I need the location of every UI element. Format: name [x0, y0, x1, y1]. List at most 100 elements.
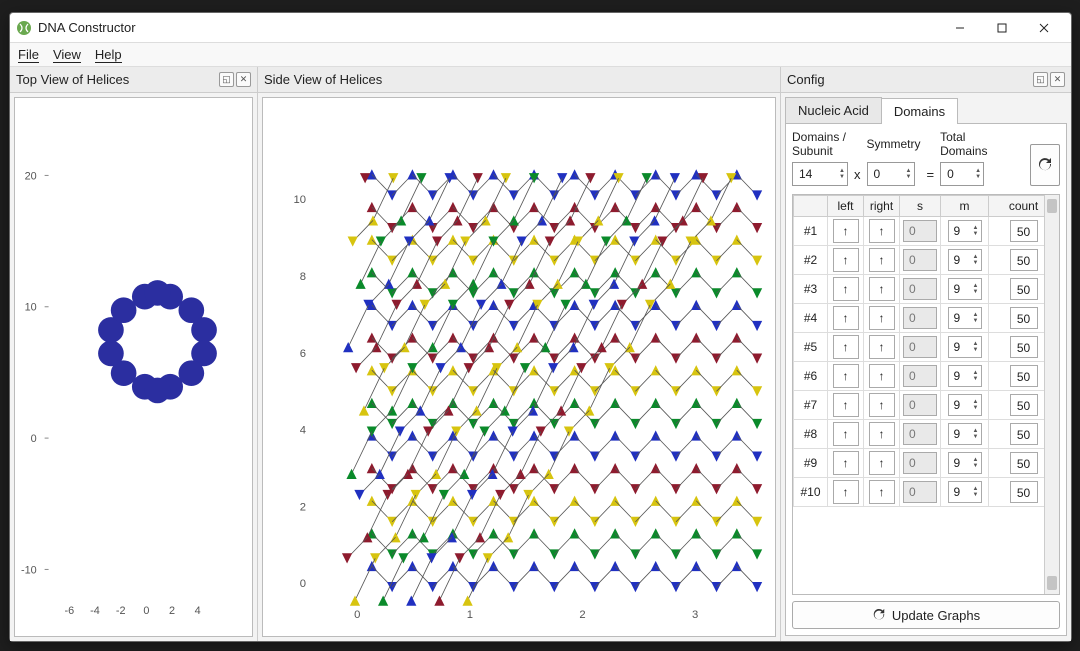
scroll-up-icon[interactable]	[1047, 199, 1057, 213]
right-direction-button[interactable]: ↑	[869, 451, 895, 475]
left-direction-button[interactable]: ↑	[833, 219, 859, 243]
s-input[interactable]: 0	[903, 249, 937, 271]
count-input[interactable]: 50	[1010, 307, 1038, 329]
s-input[interactable]: 0	[903, 452, 937, 474]
svg-text:1: 1	[467, 609, 473, 621]
count-input[interactable]: 50	[1010, 365, 1038, 387]
svg-text:10: 10	[293, 194, 306, 206]
right-direction-button[interactable]: ↑	[869, 422, 895, 446]
m-input[interactable]: 9▲▼	[948, 365, 982, 387]
svg-text:0: 0	[354, 609, 360, 621]
table-row: #7↑↑09▲▼50	[794, 391, 1059, 420]
table-scrollbar[interactable]	[1044, 195, 1059, 594]
equals-symbol: =	[925, 167, 937, 186]
count-input[interactable]: 50	[1010, 481, 1038, 503]
right-direction-button[interactable]: ↑	[869, 480, 895, 504]
input-symmetry[interactable]: 0 ▲▼	[867, 162, 915, 186]
right-direction-button[interactable]: ↑	[869, 306, 895, 330]
tab-domains[interactable]: Domains	[881, 98, 958, 124]
minimize-button[interactable]	[939, 13, 981, 43]
left-direction-button[interactable]: ↑	[833, 422, 859, 446]
left-direction-button[interactable]: ↑	[833, 277, 859, 301]
m-input[interactable]: 9▲▼	[948, 481, 982, 503]
right-direction-button[interactable]: ↑	[869, 277, 895, 301]
s-input[interactable]: 0	[903, 481, 937, 503]
m-input[interactable]: 9▲▼	[948, 336, 982, 358]
s-input[interactable]: 0	[903, 278, 937, 300]
titlebar[interactable]: DNA Constructor	[10, 13, 1071, 43]
panel-config-close-icon[interactable]: ✕	[1050, 72, 1065, 87]
svg-text:0: 0	[31, 433, 37, 445]
svg-text:-10: -10	[21, 564, 37, 576]
panel-side-view-title: Side View of Helices	[264, 72, 382, 87]
app-icon	[16, 20, 32, 36]
table-row: #3↑↑09▲▼50	[794, 275, 1059, 304]
domain-table[interactable]: left right s m count #1↑↑09▲▼50#2↑↑09▲▼5…	[792, 194, 1060, 595]
count-input[interactable]: 50	[1010, 220, 1038, 242]
label-domains-per-subunit: Domains / Subunit	[792, 130, 848, 158]
refresh-icon	[1037, 157, 1053, 173]
m-input[interactable]: 9▲▼	[948, 423, 982, 445]
table-row: #6↑↑09▲▼50	[794, 362, 1059, 391]
count-input[interactable]: 50	[1010, 394, 1038, 416]
panel-top-view-close-icon[interactable]: ✕	[236, 72, 251, 87]
count-input[interactable]: 50	[1010, 336, 1038, 358]
count-input[interactable]: 50	[1010, 278, 1038, 300]
input-domains-per-subunit[interactable]: 14 ▲▼	[792, 162, 848, 186]
row-index: #3	[794, 275, 828, 304]
left-direction-button[interactable]: ↑	[833, 393, 859, 417]
col-left: left	[828, 196, 864, 217]
left-direction-button[interactable]: ↑	[833, 451, 859, 475]
row-index: #8	[794, 420, 828, 449]
panel-config-detach-icon[interactable]: ◱	[1033, 72, 1048, 87]
m-input[interactable]: 9▲▼	[948, 452, 982, 474]
table-row: #2↑↑09▲▼50	[794, 246, 1059, 275]
left-direction-button[interactable]: ↑	[833, 306, 859, 330]
svg-text:0: 0	[143, 605, 149, 617]
left-direction-button[interactable]: ↑	[833, 248, 859, 272]
tab-nucleic-acid[interactable]: Nucleic Acid	[785, 97, 882, 123]
right-direction-button[interactable]: ↑	[869, 393, 895, 417]
menu-help[interactable]: Help	[95, 47, 122, 62]
right-direction-button[interactable]: ↑	[869, 219, 895, 243]
svg-text:2: 2	[300, 501, 306, 513]
close-button[interactable]	[1023, 13, 1065, 43]
side-view-plot[interactable]: 10 8 6 4 2 0 0 1 2 3	[262, 97, 776, 637]
m-input[interactable]: 9▲▼	[948, 307, 982, 329]
maximize-button[interactable]	[981, 13, 1023, 43]
right-direction-button[interactable]: ↑	[869, 248, 895, 272]
row-index: #10	[794, 478, 828, 507]
m-input[interactable]: 9▲▼	[948, 249, 982, 271]
count-input[interactable]: 50	[1010, 452, 1038, 474]
s-input[interactable]: 0	[903, 307, 937, 329]
right-direction-button[interactable]: ↑	[869, 335, 895, 359]
scroll-down-icon[interactable]	[1047, 576, 1057, 590]
panel-top-view-detach-icon[interactable]: ◱	[219, 72, 234, 87]
m-input[interactable]: 9▲▼	[948, 394, 982, 416]
count-input[interactable]: 50	[1010, 249, 1038, 271]
panel-config-title: Config	[787, 72, 825, 87]
menu-view[interactable]: View	[53, 47, 81, 62]
panel-top-view-title: Top View of Helices	[16, 72, 129, 87]
m-input[interactable]: 9▲▼	[948, 220, 982, 242]
right-direction-button[interactable]: ↑	[869, 364, 895, 388]
s-input[interactable]: 0	[903, 220, 937, 242]
col-m: m	[941, 196, 989, 217]
refresh-button[interactable]	[1030, 144, 1060, 186]
col-right: right	[864, 196, 900, 217]
s-input[interactable]: 0	[903, 336, 937, 358]
s-input[interactable]: 0	[903, 394, 937, 416]
input-total-domains[interactable]: 0 ▲▼	[940, 162, 984, 186]
table-row: #4↑↑09▲▼50	[794, 304, 1059, 333]
svg-text:-6: -6	[64, 605, 74, 617]
count-input[interactable]: 50	[1010, 423, 1038, 445]
s-input[interactable]: 0	[903, 423, 937, 445]
left-direction-button[interactable]: ↑	[833, 335, 859, 359]
menu-file[interactable]: File	[18, 47, 39, 62]
update-graphs-button[interactable]: Update Graphs	[792, 601, 1060, 629]
m-input[interactable]: 9▲▼	[948, 278, 982, 300]
left-direction-button[interactable]: ↑	[833, 480, 859, 504]
s-input[interactable]: 0	[903, 365, 937, 387]
left-direction-button[interactable]: ↑	[833, 364, 859, 388]
top-view-plot[interactable]: 20 10 0 -10 -6 -4 -2 0 2	[14, 97, 253, 637]
